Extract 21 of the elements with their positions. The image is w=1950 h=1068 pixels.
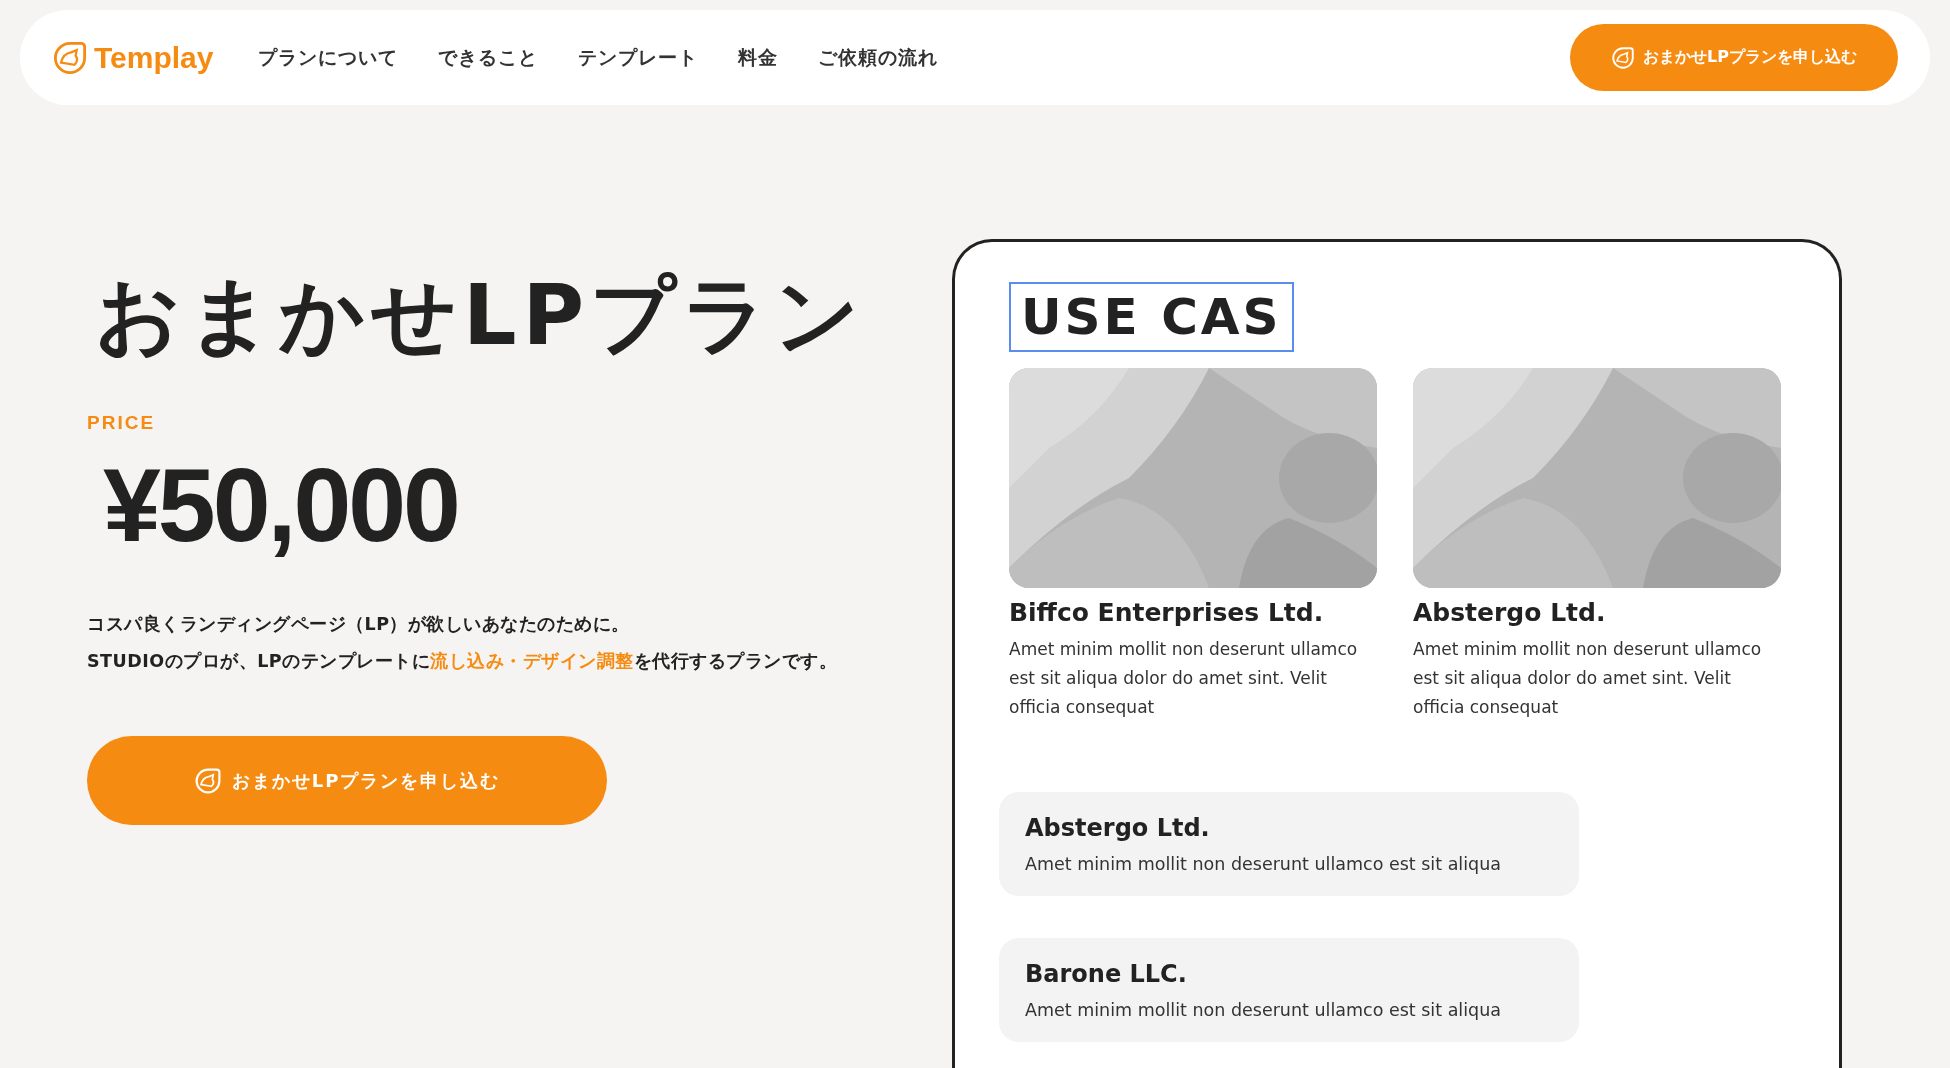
nav-link[interactable]: テンプレート (577, 44, 698, 71)
logo-icon (52, 39, 88, 76)
case-title: Abstergo Ltd. (1413, 598, 1607, 627)
nav-link[interactable]: 料金 (737, 44, 778, 71)
case-description: Amet minim mollit non deserunt ullamco est sit aliqua (1025, 1000, 1503, 1020)
case-title: Barone LLC. (1025, 960, 1188, 988)
case-description: Amet minim mollit non deserunt ullamco est sit aliqua (1025, 854, 1503, 874)
logo-icon (1611, 45, 1636, 70)
case-description: Amet minim mollit non deserunt ullamco est sit aliqua dolor do amet sint. Velit officia consequat (1009, 638, 1359, 719)
price-label: PRICE (87, 411, 157, 434)
nav-link[interactable]: プランについて (257, 44, 398, 71)
description: コスパ良くランディングページ（LP）が欲しいあなたのために。 STUDIOのプロが、LPのテンプレートに流し込み・デザイン調整を代行するプランです。 (87, 613, 839, 674)
logo-icon (193, 766, 222, 795)
section-heading[interactable]: USE CAS (1009, 282, 1294, 352)
case-description: Amet minim mollit non deserunt ullamco est sit aliqua dolor do amet sint. Velit officia consequat (1413, 638, 1763, 719)
price: ¥50,000 (103, 447, 459, 563)
nav-link[interactable]: ご依頼の流れ (817, 44, 938, 71)
nav-link[interactable]: できること (437, 44, 538, 71)
page-title: おまかせLPプラン (95, 265, 868, 366)
case-title: Biffco Enterprises Ltd. (1009, 598, 1325, 627)
case-title: Abstergo Ltd. (1025, 814, 1211, 842)
